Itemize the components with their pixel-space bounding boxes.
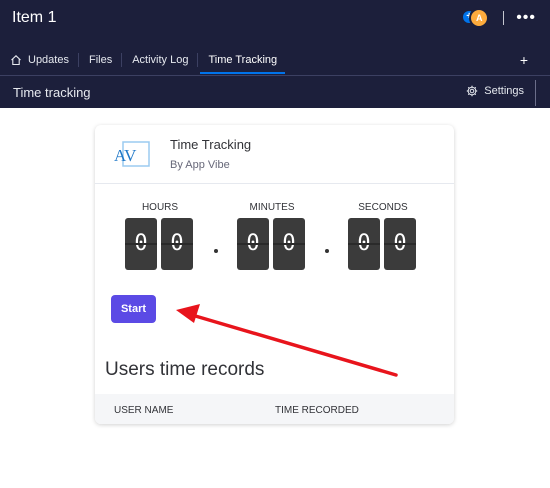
hours-digit-1: 0 [125,218,157,270]
start-button[interactable]: Start [111,295,156,323]
panel-edge [535,80,536,106]
app-name: Time Tracking [170,137,252,152]
add-tab-button[interactable]: + [520,52,528,68]
subscribers[interactable]: + A [463,8,491,28]
hours-label: HOURS [141,202,179,213]
settings-button[interactable]: Settings [466,85,524,97]
seconds-digit-2: 0 [384,218,416,270]
tab-label: Files [88,54,113,66]
separator-dot [214,249,218,253]
divider [503,11,505,25]
home-icon [11,55,21,66]
records-title: Users time records [105,359,265,380]
top-bar: Item 1 + A ••• Updates Files Activity Lo… [0,0,550,108]
tab-label: Activity Log [132,54,189,66]
tab-label: Updates [28,54,69,66]
svg-text:AV: AV [114,146,137,165]
tab-updates[interactable]: Updates [0,46,79,74]
card-header: AV Time Tracking By App Vibe [95,125,454,184]
item-tabs: Updates Files Activity Log Time Tracking [0,46,550,74]
more-options-icon[interactable]: ••• [516,10,536,26]
minutes-label: MINUTES [249,202,295,213]
settings-label: Settings [484,85,524,97]
seconds-label: SECONDS [358,202,408,213]
item-title: Item 1 [12,9,57,26]
content-area: AV Time Tracking By App Vibe HOURS MINUT… [0,108,550,488]
tab-files[interactable]: Files [79,46,123,74]
column-header-time-recorded: TIME RECORDED [275,405,359,416]
section-title: Time tracking [13,85,91,100]
top-right-actions: + A ••• [463,8,536,28]
tabs-divider [0,75,550,76]
column-header-user-name: USER NAME [114,405,174,416]
tab-label: Time Tracking [208,54,278,66]
minutes-digit-2: 0 [273,218,305,270]
app-vibe-logo: AV [114,141,150,167]
seconds-digit-1: 0 [348,218,380,270]
app-author: By App Vibe [170,159,230,171]
time-tracking-card: AV Time Tracking By App Vibe HOURS MINUT… [95,125,454,424]
tab-activity-log[interactable]: Activity Log [122,46,199,74]
separator-dot [325,249,329,253]
hours-digit-2: 0 [161,218,193,270]
gear-icon [467,85,478,97]
records-table-header: USER NAME TIME RECORDED [95,394,454,424]
avatar[interactable]: A [469,8,490,28]
minutes-digit-1: 0 [237,218,269,270]
tab-time-tracking[interactable]: Time Tracking [198,46,287,74]
